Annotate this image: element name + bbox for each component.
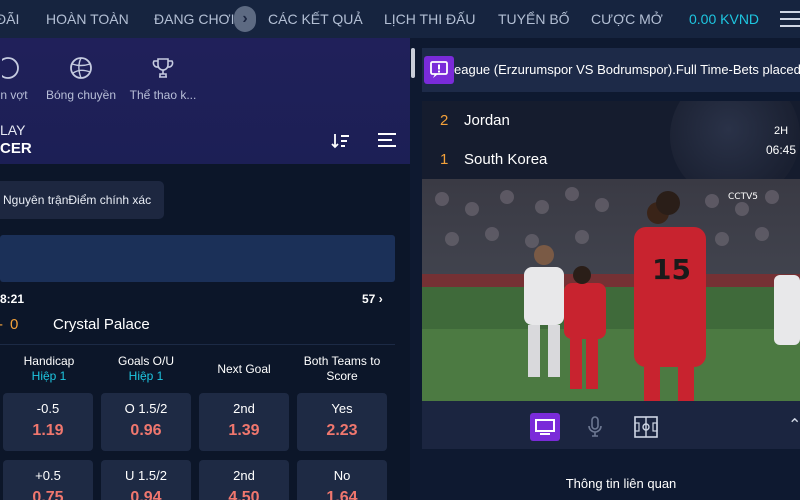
sport-tab-tennis[interactable]: n vợt (0, 56, 40, 102)
more-markets-count: 57 (362, 292, 376, 306)
sport-tab-volleyball[interactable]: Bóng chuyền (44, 56, 118, 102)
menu-icon[interactable] (780, 11, 800, 27)
football-watermark-icon (670, 101, 800, 179)
sport-tab-label: Bóng chuyền (45, 88, 117, 102)
market-header-goals: Goals O/U Hiệp 1 (97, 354, 195, 398)
match-clock: 06:45 (766, 143, 797, 157)
market-header-sub: Hiệp 1 (128, 369, 164, 383)
broadcaster-logo: CCTV5 (728, 192, 758, 202)
pitch-icon[interactable] (634, 416, 658, 438)
team-name: Crystal Palace (53, 316, 150, 333)
svg-text:15: 15 (652, 253, 691, 286)
nav-item-announcements[interactable]: TUYỂN BỐ (498, 0, 570, 38)
odds-button[interactable]: 2nd 1.39 (199, 393, 289, 451)
odds-value: 1.64 (326, 489, 358, 500)
odds-button[interactable]: U 1.5/2 0.94 (101, 460, 191, 500)
market-header-title: Handicap (23, 354, 75, 368)
market-header-title: Goals O/U (117, 354, 174, 368)
odds-value: 1.19 (32, 422, 64, 439)
trophy-icon (152, 58, 174, 78)
sport-tab-label: n vợt (0, 88, 28, 102)
nav-item-in-play[interactable]: ĐANG CHƠI (154, 0, 234, 38)
live-video[interactable]: 15 CCTV5 (422, 179, 800, 401)
odds-button[interactable]: 2nd 4.50 (199, 460, 289, 500)
odds-value: 2.23 (326, 422, 358, 439)
market-header-sub: Hiệp 1 (31, 369, 67, 383)
sort-icon[interactable] (330, 132, 350, 150)
sport-tab-other[interactable]: Thể thao k... (124, 56, 202, 102)
scoreboard-team-1: 2 Jordan (440, 112, 510, 129)
account-balance[interactable]: 0.00 KVND (689, 0, 759, 38)
odds-value: 4.50 (228, 489, 260, 500)
related-info-title: Thông tin liên quan (565, 476, 677, 491)
team-score: 2 (440, 112, 449, 129)
nav-item-results[interactable]: CÁC KẾT QUẢ (268, 0, 363, 38)
odds-button[interactable]: O 1.5/2 0.96 (101, 393, 191, 451)
odds-line: Yes (331, 401, 353, 416)
team-row: - 0 Crystal Palace (0, 316, 395, 338)
team-score: 0 (10, 316, 19, 333)
app-root: ĐÃI HOÀN TOÀN ĐANG CHƠI › CÁC KẾT QUẢ LỊ… (0, 0, 800, 500)
team-name: Jordan (464, 112, 510, 129)
match-period: 2H (774, 125, 789, 137)
sports-header: n vợt Bóng chuyền Thể thao k... LAY CER (0, 38, 410, 164)
odds-line: 2nd (233, 401, 255, 416)
tv-icon[interactable] (530, 413, 560, 441)
market-header-handicap: Handicap Hiệp 1 (0, 354, 98, 398)
market-header-title: Next Goal (217, 362, 271, 376)
sportsbook-panel: n vợt Bóng chuyền Thể thao k... LAY CER … (0, 38, 410, 500)
sport-tab-label: Thể thao k... (129, 88, 197, 102)
market-filter-chip[interactable]: Nguyên trậnĐiểm chính xác (0, 181, 164, 219)
chevron-up-icon[interactable]: ⌃ (788, 415, 800, 435)
nav-scroll-right-icon[interactable]: › (234, 6, 256, 32)
microphone-icon[interactable] (586, 415, 604, 439)
odds-line: O 1.5/2 (124, 401, 168, 416)
top-nav: ĐÃI HOÀN TOÀN ĐANG CHƠI › CÁC KẾT QUẢ LỊ… (0, 0, 800, 38)
market-header-title: Both Teams to Score (303, 354, 381, 383)
market-header-btts: Both Teams to Score (292, 354, 392, 398)
tennis-icon (2, 57, 19, 79)
odds-value: 0.75 (32, 489, 64, 500)
odds-line: +0.5 (35, 468, 61, 483)
team-name: South Korea (464, 151, 548, 168)
chevron-right-icon: › (378, 292, 383, 306)
scrollbar-thumb[interactable] (411, 48, 415, 78)
nav-item-promotions[interactable]: ĐÃI (0, 0, 19, 38)
scoreboard-team-2: 1 South Korea (440, 151, 547, 168)
odds-value: 1.39 (228, 422, 260, 439)
odds-button[interactable]: -0.5 1.19 (3, 393, 93, 451)
team-score: 1 (440, 151, 449, 168)
odds-button[interactable]: +0.5 0.75 (3, 460, 93, 500)
nav-item-open-bets[interactable]: CƯỢC MỞ (591, 0, 663, 38)
volleyball-icon (70, 57, 92, 79)
divider (0, 344, 395, 345)
score-separator: - (0, 316, 3, 333)
video-controls: ⌃ (422, 401, 800, 449)
video-frame: 15 CCTV5 (422, 179, 800, 401)
odds-line: No (333, 468, 351, 483)
ticker-text: eague (Erzurumspor VS Bodrumspor).Full T… (454, 62, 800, 77)
announcement-ticker[interactable]: eague (Erzurumspor VS Bodrumspor).Full T… (422, 48, 800, 92)
section-title: CER (0, 140, 32, 157)
odds-line: U 1.5/2 (125, 468, 167, 483)
nav-item-schedule[interactable]: LỊCH THI ĐẤU (384, 0, 476, 38)
announcement-icon (424, 56, 454, 84)
odds-line: -0.5 (36, 401, 60, 416)
odds-button[interactable]: No 1.64 (297, 460, 387, 500)
live-panel: eague (Erzurumspor VS Bodrumspor).Full T… (422, 48, 800, 500)
odds-line: 2nd (233, 468, 255, 483)
odds-value: 0.96 (130, 422, 162, 439)
list-view-icon[interactable] (378, 133, 396, 149)
odds-value: 0.94 (130, 489, 162, 500)
section-subtitle: LAY (0, 122, 26, 138)
league-banner[interactable] (0, 235, 395, 282)
scoreboard: 2 Jordan 1 South Korea 2H 06:45 (422, 101, 800, 179)
nav-item-rebate[interactable]: HOÀN TOÀN (46, 0, 129, 38)
svg-text:CCTV5: CCTV5 (728, 192, 758, 202)
more-markets-link[interactable]: 57 › (362, 292, 383, 306)
match-time: 8:21 (0, 292, 25, 306)
odds-button[interactable]: Yes 2.23 (297, 393, 387, 451)
match-time-row: 8:21 57 › (0, 292, 395, 310)
